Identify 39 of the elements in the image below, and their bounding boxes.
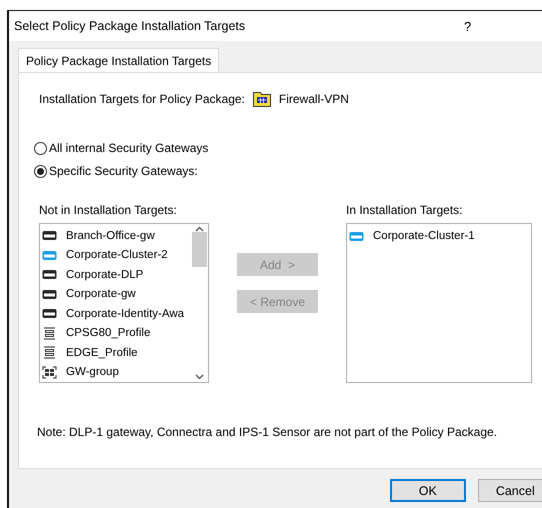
gateway-icon [42, 230, 57, 242]
radio-label[interactable]: All internal Security Gateways [49, 141, 208, 155]
profile-icon [42, 326, 57, 340]
gateway-icon [42, 269, 57, 280]
gateway-icon [349, 230, 364, 242]
available-list[interactable]: Branch-Office-gw Corporate-Cluster-2 Corporate-DLP Corporate-gw Corporate-Identity-Awa CPSG80_Profile EDGE_Profile GW-group [39, 223, 209, 383]
list-item[interactable]: Corporate-gw [66, 288, 136, 300]
radio-label[interactable]: Specific Security Gateways: [49, 164, 198, 178]
gateway-icon [42, 308, 57, 320]
scrollbar[interactable] [191, 224, 208, 382]
list-item[interactable]: CPSG80_Profile [66, 327, 150, 340]
list-item[interactable]: Branch-Office-gw [66, 230, 155, 242]
targets-list[interactable]: Corporate-Cluster-1 [346, 223, 532, 383]
tab[interactable]: Policy Package Installation Targets [18, 48, 220, 72]
window-title: Select Policy Package Installation Targets [14, 19, 246, 33]
list-item[interactable]: Corporate-Cluster-1 [373, 230, 475, 242]
note-text: Note: DLP-1 gateway, Connectra and IPS-1 Sensor are not part of the Policy Package. [37, 425, 498, 439]
list-item[interactable]: Corporate-DLP [66, 268, 144, 281]
group-icon [42, 366, 57, 379]
package-label: Installation Targets for Policy Package: [39, 92, 245, 106]
radio-button[interactable] [34, 164, 47, 178]
dialog-button[interactable]: OK [390, 479, 466, 502]
gateway-icon [42, 288, 57, 300]
scroll-down-icon[interactable] [195, 374, 204, 380]
dialog-button[interactable]: Cancel [478, 479, 542, 502]
profile-icon [42, 346, 57, 360]
gateway-icon [42, 250, 57, 261]
list-label: In Installation Targets: [346, 203, 464, 217]
package-name: Firewall-VPN [278, 92, 349, 106]
list-item[interactable]: Corporate-Identity-Awa [66, 308, 184, 320]
list-item[interactable]: EDGE_Profile [66, 346, 138, 359]
radio-button[interactable] [34, 142, 47, 154]
list-label: Not in Installation Targets: [39, 203, 178, 217]
list-item[interactable]: GW-group [66, 366, 119, 378]
scroll-up-icon[interactable] [195, 226, 204, 232]
scroll-thumb[interactable] [192, 232, 207, 267]
list-item[interactable]: Corporate-Cluster-2 [66, 249, 168, 262]
help-button[interactable]: ? [464, 18, 542, 34]
package-icon [252, 91, 271, 107]
